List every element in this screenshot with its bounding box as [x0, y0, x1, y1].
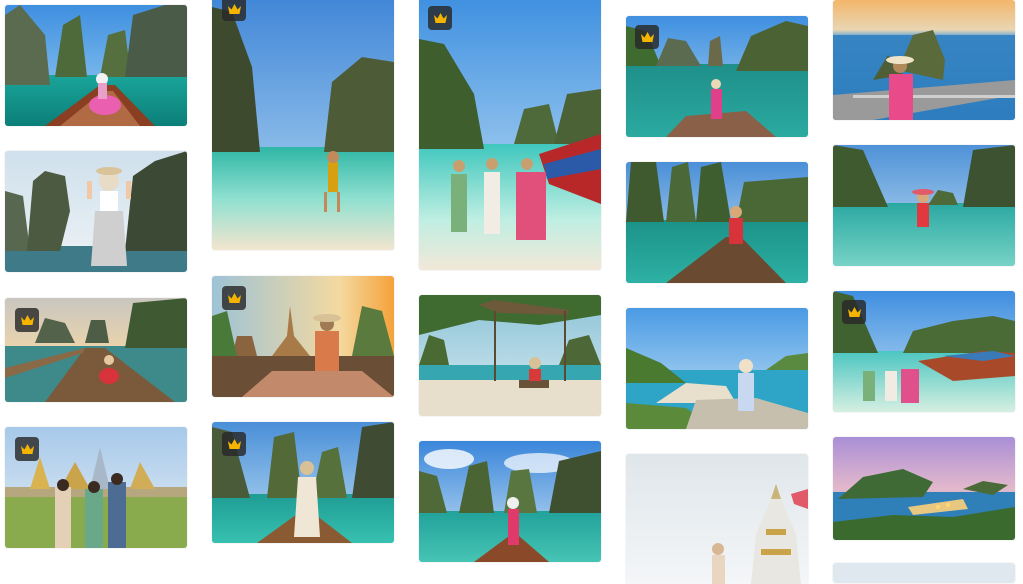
gallery-image[interactable]: [419, 441, 601, 562]
crown-icon: [227, 292, 241, 303]
premium-badge: [635, 25, 659, 49]
premium-badge: [222, 0, 246, 21]
photo-thumbnail: [5, 151, 187, 272]
gallery-image[interactable]: [5, 298, 187, 402]
gallery-image[interactable]: [626, 162, 808, 283]
gallery-image[interactable]: [419, 295, 601, 416]
gallery-image[interactable]: [626, 308, 808, 429]
crown-icon: [847, 306, 861, 317]
gallery-image[interactable]: [5, 427, 187, 548]
premium-badge: [222, 432, 246, 456]
photo-thumbnail: [626, 454, 808, 584]
gallery-image[interactable]: [419, 0, 601, 270]
photo-thumbnail: [833, 0, 1015, 120]
gallery-image[interactable]: [833, 563, 1015, 583]
gallery-image[interactable]: [212, 422, 394, 543]
photo-thumbnail: [626, 308, 808, 429]
photo-thumbnail: [5, 5, 187, 126]
photo-thumbnail: [419, 0, 601, 270]
photo-thumbnail: [833, 563, 1015, 583]
gallery-image[interactable]: [212, 0, 394, 250]
gallery-image[interactable]: [626, 454, 808, 584]
premium-badge: [15, 437, 39, 461]
photo-thumbnail: [833, 145, 1015, 266]
crown-icon: [640, 31, 654, 42]
crown-icon: [433, 12, 447, 23]
crown-icon: [227, 438, 241, 449]
crown-icon: [20, 443, 34, 454]
premium-badge: [842, 300, 866, 324]
gallery-image[interactable]: [5, 5, 187, 126]
gallery-image[interactable]: [5, 151, 187, 272]
crown-icon: [20, 314, 34, 325]
photo-thumbnail: [419, 295, 601, 416]
gallery-image[interactable]: [833, 291, 1015, 412]
photo-thumbnail: [212, 0, 394, 250]
gallery-image[interactable]: [833, 0, 1015, 120]
premium-badge: [15, 308, 39, 332]
gallery-image[interactable]: [833, 437, 1015, 540]
gallery-image[interactable]: [833, 145, 1015, 266]
gallery-image[interactable]: [212, 276, 394, 397]
premium-badge: [428, 6, 452, 30]
photo-thumbnail: [833, 437, 1015, 540]
premium-badge: [222, 286, 246, 310]
photo-thumbnail: [419, 441, 601, 562]
crown-icon: [227, 3, 241, 14]
photo-thumbnail: [626, 162, 808, 283]
gallery-image[interactable]: [626, 16, 808, 137]
